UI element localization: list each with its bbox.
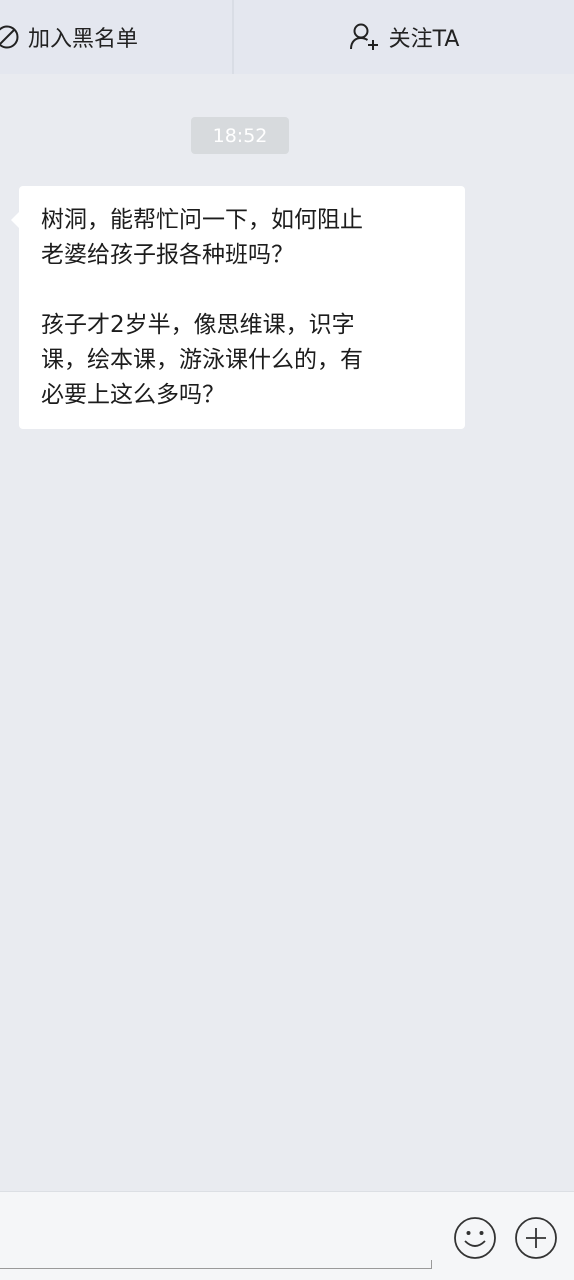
message-timestamp: 18:52 [191,117,289,154]
add-to-blacklist-button[interactable]: 加入黑名单 [0,0,234,74]
message-composer [0,1191,574,1280]
add-to-blacklist-label: 加入黑名单 [28,27,139,52]
message-input[interactable] [0,1260,432,1269]
emoji-icon[interactable] [453,1216,497,1260]
add-user-icon [349,22,381,52]
top-action-bar: 加入黑名单 关注TA [0,0,574,74]
incoming-message-bubble[interactable]: 树洞，能帮忙问一下，如何阻止 老婆给孩子报各种班吗？ 孩子才2岁半，像思维课，识… [11,186,465,429]
plus-icon[interactable] [514,1216,558,1260]
follow-button[interactable]: 关注TA [234,0,574,74]
block-icon [0,24,20,50]
follow-label: 关注TA [388,27,460,52]
message-paragraph: 树洞，能帮忙问一下，如何阻止 老婆给孩子报各种班吗？ [41,207,363,268]
message-paragraph: 孩子才2岁半，像思维课，识字 课，绘本课，游泳课什么的，有 必要上这么多吗？ [41,312,363,408]
